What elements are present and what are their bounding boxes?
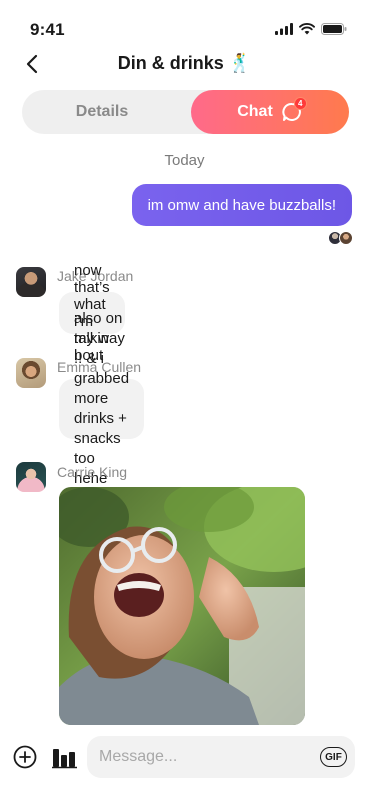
bar-chart-icon (52, 749, 77, 769)
avatar[interactable] (16, 267, 46, 297)
dancer-emoji: 🕺 (228, 52, 252, 73)
avatar[interactable] (16, 462, 46, 492)
poll-button[interactable] (52, 745, 78, 769)
battery-icon (321, 23, 347, 35)
status-icons (275, 23, 347, 35)
message-composer: GIF (0, 734, 369, 784)
plus-circle-icon (13, 745, 37, 769)
header: Din & drinks 🕺 (0, 48, 369, 80)
laughing-woman-photo (59, 487, 305, 725)
tab-chat[interactable]: Chat 4 (191, 90, 349, 134)
page-title-text: Din & drinks (117, 52, 224, 73)
gif-button[interactable]: GIF (320, 747, 347, 767)
tab-chat-label: Chat (237, 103, 273, 120)
date-separator: Today (164, 152, 205, 169)
avatar[interactable] (16, 358, 46, 388)
read-receipts (328, 231, 353, 245)
incoming-message-bubble[interactable]: also on my way !! & i grabbed more drink… (59, 310, 145, 507)
page-title: Din & drinks 🕺 (0, 52, 369, 74)
read-receipt-avatar (339, 231, 353, 245)
status-time: 9:41 (30, 20, 65, 39)
outgoing-message-text: im omw and have buzzballs! (147, 196, 336, 214)
chat-bubble-icon: 4 (281, 97, 307, 123)
sender-name: Carrie King (57, 464, 128, 480)
photo-attachment[interactable] (59, 487, 305, 725)
chat-unread-badge: 4 (293, 97, 307, 110)
outgoing-message-bubble[interactable]: im omw and have buzzballs! (131, 184, 352, 226)
segmented-control: Details Chat 4 (22, 90, 349, 134)
tab-details[interactable]: Details (22, 90, 182, 134)
wifi-icon (299, 23, 315, 35)
message-input[interactable] (87, 736, 355, 778)
add-attachment-button[interactable] (13, 745, 37, 769)
incoming-message-text-line1: also on my way !! & i grabbed (74, 310, 130, 387)
status-bar: 9:41 (0, 0, 369, 50)
signal-icon (275, 23, 293, 35)
